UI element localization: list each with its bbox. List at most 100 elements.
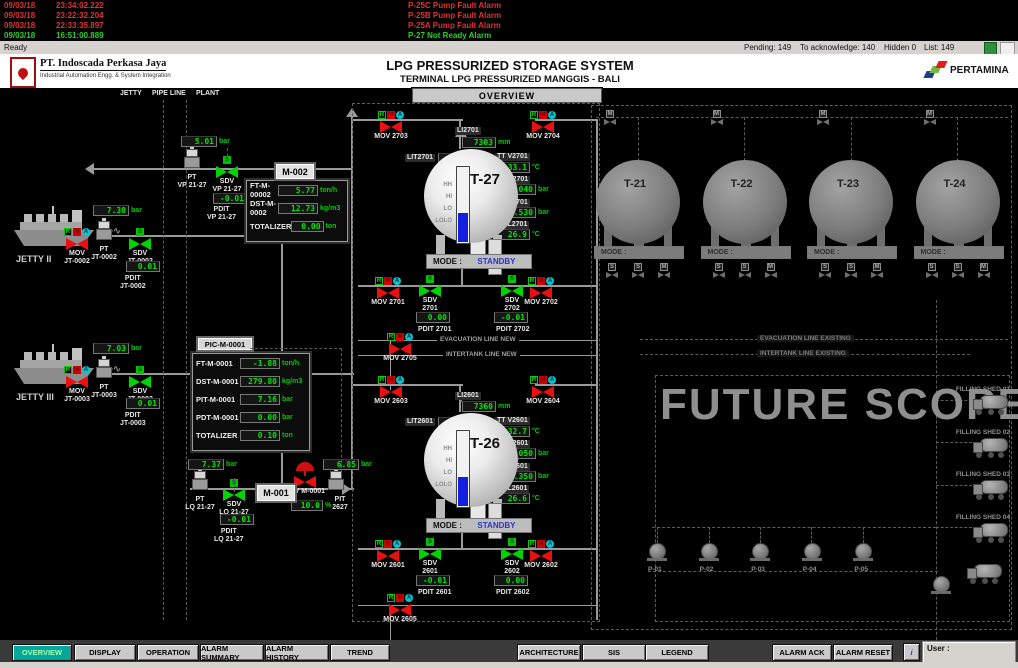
info-icon[interactable]: i <box>903 643 920 661</box>
valve-body <box>389 343 411 355</box>
to-acknowledge-count: To acknowledge: 140 <box>800 43 875 52</box>
valve-badge-a: A <box>82 366 90 374</box>
meter-panel-pic-m-0001: FT-M-0001-1.88ton/hDST-M-0001279.80kg/m3… <box>192 353 310 451</box>
mode-label: MODE : <box>808 249 839 256</box>
valve-badge-a: A <box>396 111 404 119</box>
mov-valve-mov-2702[interactable]: RMA MOV 2702 <box>519 277 563 307</box>
readout-value: 0.01 <box>126 398 160 409</box>
mov-valve-mov-2703[interactable]: RMAMOV 2703 <box>369 111 413 141</box>
level-gauge-fill <box>458 477 468 506</box>
tab-jetty[interactable]: JETTY <box>120 90 142 98</box>
readout-value: 7.30 <box>93 205 129 216</box>
valve-status-badges: RMA <box>387 333 413 342</box>
pic-m-0001-block[interactable]: PIC-M-0001 <box>196 336 254 352</box>
sdv-valve-sdv-2601[interactable]: SSDV2601 <box>408 538 452 577</box>
nav-button-overview[interactable]: OVERVIEW <box>12 644 72 661</box>
future-tank-drop <box>744 117 745 161</box>
sdv-valve-sdv-2701[interactable]: SSDV2701 <box>408 275 452 314</box>
valve-badge-m: M <box>73 366 81 374</box>
alarm-date: 09/03/18 <box>4 21 35 30</box>
nav-button-architecture[interactable]: ARCHITECTURE <box>517 644 581 661</box>
nav-button-display[interactable]: DISPLAY <box>74 644 136 661</box>
alarm-date: 09/03/18 <box>4 31 35 40</box>
alarm-row[interactable]: 09/03/1823:22:32.204P-25B Pump Fault Ala… <box>0 11 1018 21</box>
m-001-block[interactable]: M-001 <box>255 483 297 503</box>
valve-status-badges: RMA <box>528 277 554 286</box>
future-tank-T-21 <box>596 160 680 244</box>
page-title: LPG PRESSURIZED STORAGE SYSTEM <box>320 58 700 73</box>
readout-value: 26.6 <box>498 493 530 504</box>
future-valve-body <box>952 272 964 279</box>
user-box[interactable]: User : <box>922 641 1016 663</box>
readout-value: -0.01 <box>494 312 528 323</box>
panel-row-label: DST-M-0002 <box>250 199 278 217</box>
future-tank-T-22 <box>703 160 787 244</box>
valve-badge-s: S <box>508 275 516 283</box>
valve-badge-a: A <box>548 376 556 384</box>
mov-valve-mov-2602[interactable]: RMAMOV 2602 <box>519 540 563 570</box>
readout-unit: bar <box>538 186 549 193</box>
mov-valve-mov-2604[interactable]: RMAMOV 2604 <box>521 376 565 406</box>
readout-ro-ttl2601: 26.6°C <box>498 493 540 504</box>
tab-plant[interactable]: PLANT <box>196 90 219 98</box>
valve-badge-s: S <box>136 228 144 236</box>
mov-valve-mov-2701[interactable]: RMAMOV 2701 <box>366 277 410 307</box>
intertank-line-new-label: INTERTANK LINE NEW <box>443 351 520 358</box>
readout-value: 7303 <box>462 137 496 148</box>
m-002-block[interactable]: M-002 <box>274 162 316 181</box>
future-valve-badge: S <box>821 263 829 271</box>
mov-valve-mov-2601[interactable]: RMAMOV 2601 <box>366 540 410 570</box>
valve-badge-a: A <box>393 540 401 548</box>
valve-badge-r: R <box>378 111 386 119</box>
future-tank-drop <box>851 117 852 161</box>
mov-valve-mov-2705[interactable]: RMAMOV 2705 <box>378 333 422 363</box>
valve-label: MOV 2702 <box>524 299 557 307</box>
nav-button-alarm-reset[interactable]: ALARM RESET <box>833 644 893 661</box>
pump-label: P-04 <box>803 566 817 573</box>
tab-pipe-line[interactable]: PIPE LINE <box>152 90 186 98</box>
mov-valve-mov-2605[interactable]: RMAMOV 2605 <box>378 594 422 624</box>
future-top-valve-badge: M <box>819 110 827 118</box>
transmitter-icon-pt-jt-0002 <box>96 218 112 238</box>
nav-button-alarm-history[interactable]: ALARM HISTORY <box>265 644 329 661</box>
readout-value: 7360 <box>462 401 496 412</box>
pump-drop <box>811 527 812 543</box>
readout-tag: LI2701 <box>457 127 479 135</box>
transmitter-tag: JT-0003 <box>82 392 126 400</box>
readout-label: PDIT 2702 <box>496 326 529 334</box>
nav-button-trend[interactable]: TREND <box>330 644 390 661</box>
nav-button-sis[interactable]: SIS <box>582 644 646 661</box>
valve-badge-s: S <box>426 275 434 283</box>
alarm-row[interactable]: 09/03/1823:34:02.222P-25C Pump Fault Ala… <box>0 1 1018 11</box>
pump-label: P-05 <box>854 566 868 573</box>
future-valve-badge: M <box>980 263 988 271</box>
sdv-link <box>234 478 235 492</box>
future-top-valve-badge: M <box>926 110 934 118</box>
future-valve-badge: S <box>634 263 642 271</box>
nav-button-legend[interactable]: LEGEND <box>645 644 709 661</box>
readout-ro-li2601: 7360mm <box>462 401 510 412</box>
mode-label: MODE : <box>915 249 946 256</box>
pic-link <box>341 348 342 478</box>
nav-button-operation[interactable]: OPERATION <box>137 644 199 661</box>
mov-valve-mov-2603[interactable]: RMAMOV 2603 <box>369 376 413 406</box>
readout-unit: bar <box>219 138 230 145</box>
alarm-row[interactable]: 09/03/1816:51:00.889P-27 Not Ready Alarm <box>0 31 1018 41</box>
readout-ro-pcv: 10.0% <box>291 500 331 511</box>
level-mark: LO <box>432 467 452 479</box>
nav-button-alarm-summary[interactable]: ALARM SUMMARY <box>200 644 264 661</box>
valve-status-badges: RMA <box>530 376 556 385</box>
level-marks: HHHILOLOLO <box>432 443 452 491</box>
nav-button-alarm-ack[interactable]: ALARM ACK <box>772 644 832 661</box>
readout-tag: PDIT <box>214 528 244 536</box>
valve-body <box>129 238 151 250</box>
level-gauge-fill <box>458 213 468 242</box>
transmitter-label: PTLQ 21-27 <box>178 496 222 513</box>
valve-label: SDV <box>227 501 241 509</box>
pertamina-logo-icon <box>925 60 945 80</box>
valve-body <box>380 121 402 133</box>
transmitter-type: PT <box>82 246 126 254</box>
mov-valve-mov-2704[interactable]: RMAMOV 2704 <box>521 111 565 141</box>
alarm-row[interactable]: 09/03/1822:33:35.897P-25A Pump Fault Ala… <box>0 21 1018 31</box>
pending-count: Pending: 149 <box>744 43 791 52</box>
